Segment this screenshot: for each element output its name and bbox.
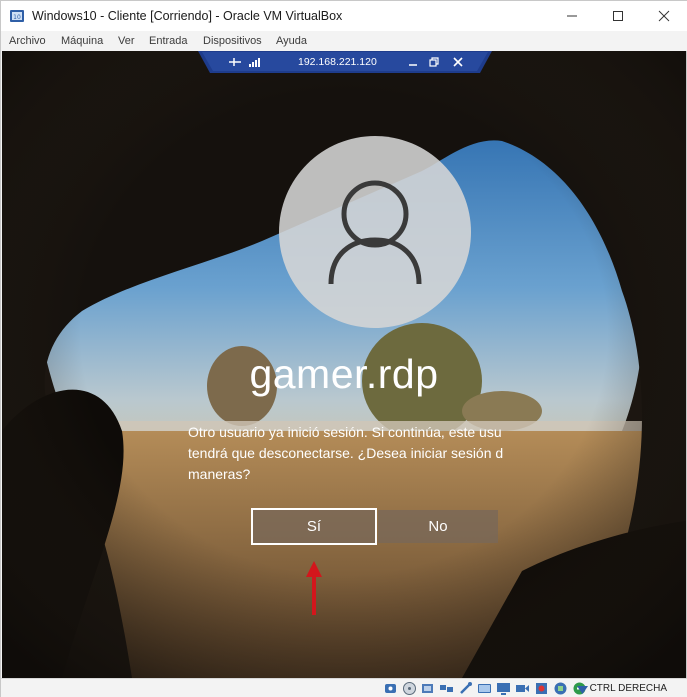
message-line: Otro usuario ya inició sesión. Si contin… bbox=[188, 424, 502, 440]
cpu-icon[interactable] bbox=[553, 681, 568, 696]
svg-text:10: 10 bbox=[13, 14, 21, 21]
display-icon[interactable] bbox=[496, 681, 511, 696]
menu-bar: Archivo Máquina Ver Entrada Dispositivos… bbox=[1, 31, 687, 51]
hard-disk-icon[interactable] bbox=[383, 681, 398, 696]
no-button[interactable]: No bbox=[378, 510, 498, 543]
close-icon bbox=[658, 10, 670, 22]
virtualbox-icon: 10 bbox=[10, 10, 24, 22]
user-icon bbox=[328, 180, 422, 285]
minimize-icon[interactable] bbox=[407, 56, 419, 68]
audio-icon[interactable] bbox=[420, 681, 435, 696]
message-line: maneras? bbox=[188, 466, 251, 482]
menu-archivo[interactable]: Archivo bbox=[9, 35, 46, 47]
user-avatar bbox=[279, 136, 471, 328]
status-bar: CTRL DERECHA bbox=[1, 678, 687, 697]
menu-entrada[interactable]: Entrada bbox=[149, 35, 188, 47]
menu-maquina[interactable]: Máquina bbox=[61, 35, 103, 47]
maximize-button[interactable] bbox=[595, 1, 641, 31]
video-capture-icon[interactable] bbox=[515, 681, 530, 696]
minimize-button[interactable] bbox=[549, 1, 595, 31]
usb-icon[interactable] bbox=[458, 681, 473, 696]
network-icon[interactable] bbox=[439, 681, 454, 696]
optical-disk-icon[interactable] bbox=[402, 681, 417, 696]
virtualbox-window: 10 Windows10 - Cliente [Corriendo] - Ora… bbox=[0, 0, 687, 697]
vm-screen[interactable]: 192.168.221.120 gamer.rdp Otro usuario y… bbox=[2, 51, 686, 678]
title-bar[interactable]: 10 Windows10 - Cliente [Corriendo] - Ora… bbox=[1, 1, 687, 31]
recording-icon[interactable] bbox=[534, 681, 549, 696]
shared-folders-icon[interactable] bbox=[477, 681, 492, 696]
annotation-arrow bbox=[306, 561, 322, 615]
menu-ver[interactable]: Ver bbox=[118, 35, 135, 47]
maximize-icon bbox=[613, 11, 623, 21]
keyboard-icon[interactable] bbox=[575, 681, 590, 696]
pin-icon[interactable] bbox=[228, 56, 242, 68]
session-warning-message: Otro usuario ya inició sesión. Si contin… bbox=[188, 422, 516, 484]
restore-icon[interactable] bbox=[428, 56, 440, 68]
host-key-label: CTRL DERECHA bbox=[589, 683, 667, 694]
username: gamer.rdp bbox=[249, 351, 439, 397]
rdp-connection-bar[interactable]: 192.168.221.120 bbox=[198, 51, 492, 73]
close-button[interactable] bbox=[641, 1, 687, 31]
menu-dispositivos[interactable]: Dispositivos bbox=[203, 35, 262, 47]
minimize-icon bbox=[567, 15, 577, 17]
message-line: tendrá que desconectarse. ¿Desea iniciar… bbox=[188, 445, 504, 461]
close-icon[interactable] bbox=[452, 56, 464, 68]
menu-ayuda[interactable]: Ayuda bbox=[276, 35, 307, 47]
yes-button[interactable]: Sí bbox=[251, 508, 377, 545]
window-title: Windows10 - Cliente [Corriendo] - Oracle… bbox=[32, 9, 343, 23]
signal-icon bbox=[249, 58, 260, 67]
